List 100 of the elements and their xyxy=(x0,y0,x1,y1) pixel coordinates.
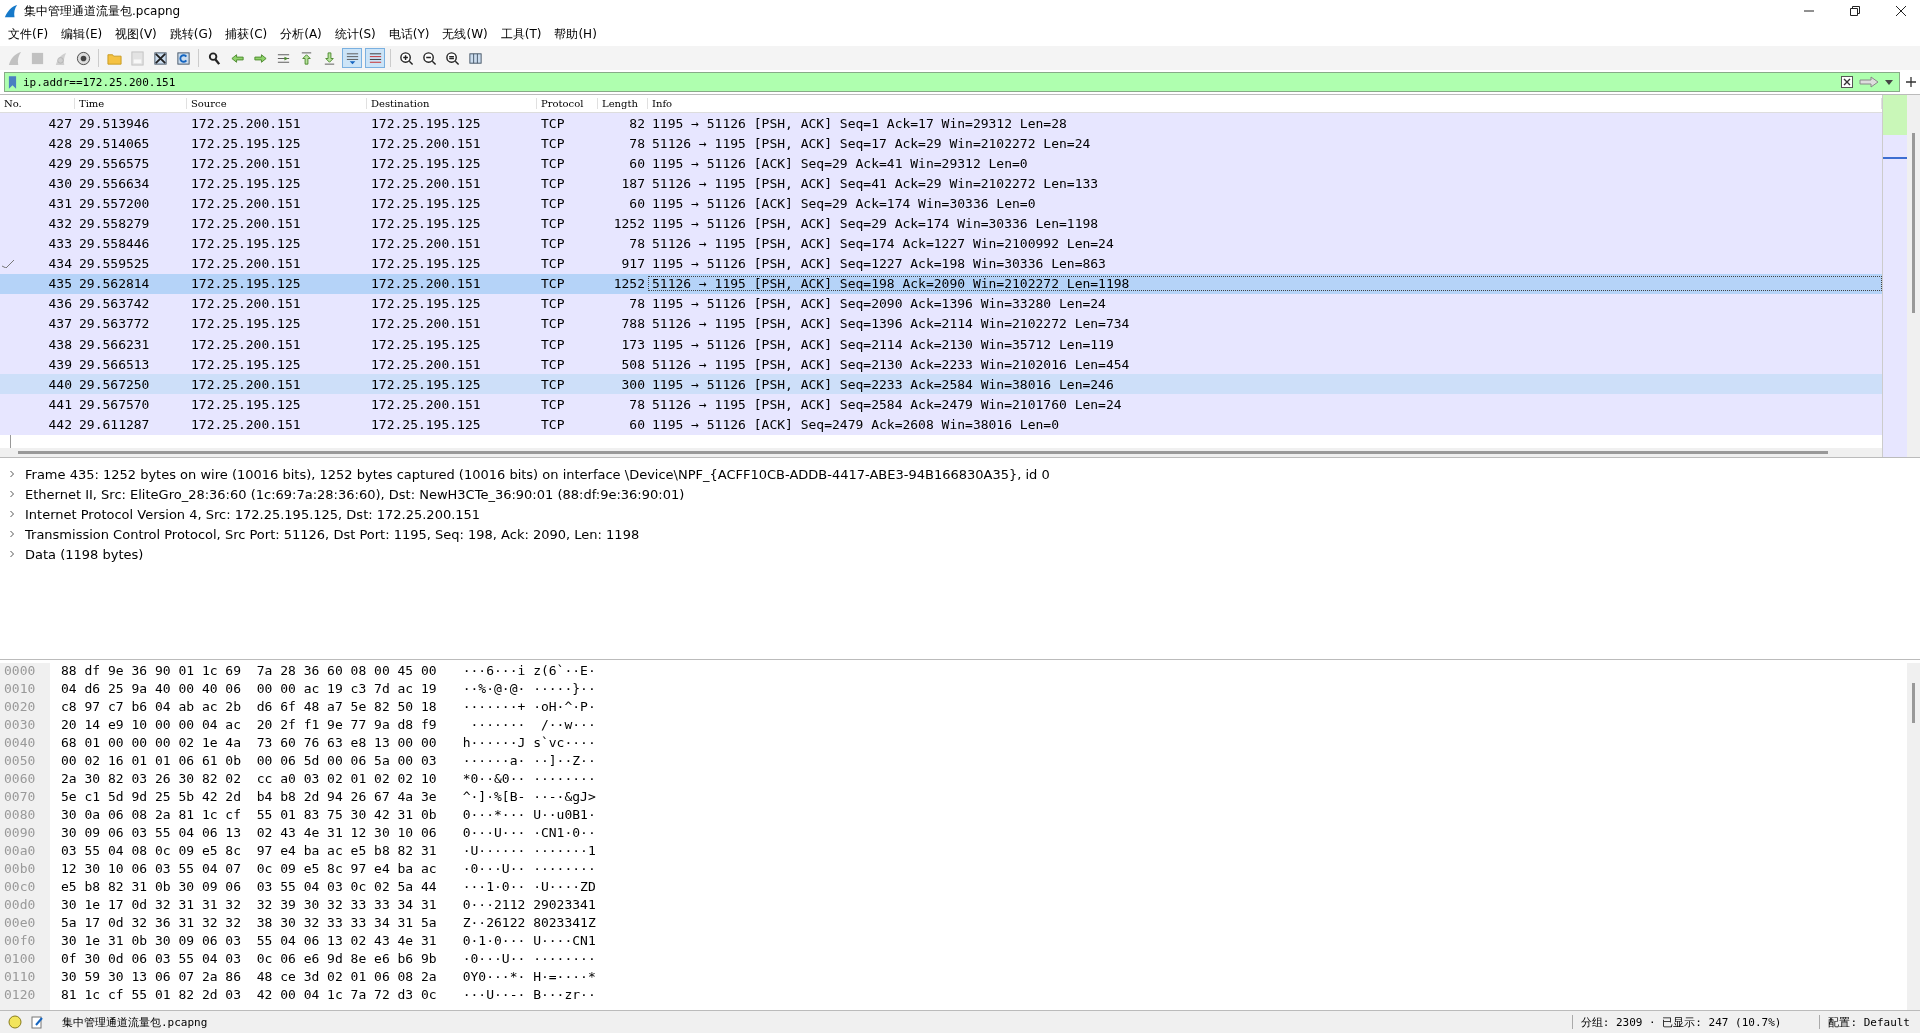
table-cell-text: 1195 → 51126 [PSH, ACK] Seq=2114 Ack=2130 Win=35712 Len=119 xyxy=(651,336,1115,352)
byte-offset: 0070 xyxy=(4,789,37,806)
bookmark-icon[interactable] xyxy=(8,75,17,89)
packet-row[interactable]: 440 29.567250 172.25.200.151 172.25.195.125 TCP 300 1195 → 51126 [PSH, ACK] Seq=2233 Ack=2584 Win=38016 Len=246 xyxy=(0,374,1882,395)
packet-row[interactable]: 438 29.566231 172.25.200.151 172.25.195.125 TCP 173 1195 → 51126 [PSH, ACK] Seq=2114 Ack=2130 Win=35712 Len=119 xyxy=(0,334,1882,355)
packet-row[interactable]: 439 29.566513 172.25.195.125 172.25.200.151 TCP 508 51126 → 1195 [PSH, ACK] Seq=2130 Ack=2233 Win=2102016 Len=454 xyxy=(0,354,1882,375)
tree-item[interactable]: Transmission Control Protocol, Src Port: 51126, Dst Port: 1195, Seq: 198, Ack: 2090, Len: 1198 xyxy=(25,526,640,542)
menu-item[interactable]: 统计(S) xyxy=(328,25,383,43)
column-header[interactable]: Length xyxy=(598,98,648,109)
menu-item[interactable]: 电话(Y) xyxy=(382,25,437,43)
packet-row[interactable]: 431 29.557200 172.25.200.151 172.25.195.125 TCP 60 1195 → 51126 [ACK] Seq=29 Ack=174 Win=30336 Len=0 xyxy=(0,193,1882,214)
ascii-bytes: ·U······ ·······1 xyxy=(462,843,596,860)
packet-row[interactable]: 434 29.559525 172.25.200.151 172.25.195.125 TCP 917 1195 → 51126 [PSH, ACK] Seq=1227 Ack=198 Win=30336 Len=863 xyxy=(0,253,1882,274)
tree-item[interactable]: Ethernet II, Src: EliteGro_28:36:60 (1c:69:7a:28:36:60), Dst: NewH3CTe_36:90:01 (88:df:9e:36:90:01) xyxy=(25,486,685,502)
hex-bytes: 5a 17 0d 32 36 31 32 32 38 30 32 33 33 34 31 5a xyxy=(61,915,437,932)
table-cell-text: 788 xyxy=(620,316,646,332)
menu-item[interactable]: 捕获(C) xyxy=(219,25,275,43)
table-cell-text: TCP xyxy=(540,296,566,312)
menu-item[interactable]: 视图(V) xyxy=(109,25,164,43)
table-cell-text: 51126 → 1195 [PSH, ACK] Seq=174 Ack=1227 Win=2100992 Len=24 xyxy=(651,236,1115,252)
packet-row[interactable]: 436 29.563742 172.25.200.151 172.25.195.125 TCP 78 1195 → 51126 [PSH, ACK] Seq=2090 Ack=1396 Win=33280 Len=24 xyxy=(0,293,1882,314)
menu-item[interactable]: 编辑(E) xyxy=(55,25,110,43)
table-cell-text: 434 xyxy=(47,256,73,272)
byte-offset: 0080 xyxy=(4,807,37,824)
tree-item[interactable]: Data (1198 bytes) xyxy=(25,546,144,562)
packet-row[interactable]: 437 29.563772 172.25.195.125 172.25.200.151 TCP 788 51126 → 1195 [PSH, ACK] Seq=1396 Ack=2114 Win=2102272 Len=734 xyxy=(0,313,1882,335)
table-cell-text: 29.556634 xyxy=(78,175,151,191)
table-cell-text: 51126 → 1195 [PSH, ACK] Seq=2130 Ack=2233 Win=2102016 Len=454 xyxy=(651,356,1131,372)
table-cell-text: TCP xyxy=(540,276,566,292)
tree-item[interactable]: Internet Protocol Version 4, Src: 172.25.195.125, Dst: 172.25.200.151 xyxy=(25,506,481,522)
hex-bytes: 30 1e 17 0d 32 31 31 32 32 39 30 32 33 33 34 31 xyxy=(61,897,437,914)
expand-icon[interactable] xyxy=(8,550,16,558)
dropdown-caret-icon[interactable] xyxy=(1885,79,1893,85)
clear-icon[interactable] xyxy=(1841,76,1853,88)
packet-row[interactable]: 442 29.611287 172.25.200.151 172.25.195.125 TCP 60 1195 → 51126 [ACK] Seq=2479 Ack=2608 Win=38016 Len=0 xyxy=(0,414,1882,435)
packet-row[interactable]: 429 29.556575 172.25.200.151 172.25.195.125 TCP 60 1195 → 51126 [ACK] Seq=29 Ack=41 Win=29312 Len=0 xyxy=(0,153,1882,174)
packet-minimap-scrollbar[interactable] xyxy=(1882,95,1907,457)
menu-item[interactable]: 跳转(G) xyxy=(163,25,220,43)
restore-icon[interactable] xyxy=(1850,6,1860,16)
vertical-scrollbar[interactable] xyxy=(1907,95,1920,457)
menu-item[interactable]: 帮助(H) xyxy=(548,25,604,43)
hex-bytes: 12 30 10 06 03 55 04 07 0c 09 e5 8c 97 e4 ba ac xyxy=(61,861,437,878)
close-icon[interactable] xyxy=(1896,6,1906,16)
table-cell-text: 432 xyxy=(47,216,73,231)
table-cell-text: TCP xyxy=(540,135,566,151)
table-cell-text: 172.25.200.151 xyxy=(370,356,482,372)
table-cell-text: 172.25.195.125 xyxy=(370,296,482,312)
packet-row[interactable]: 433 29.558446 172.25.195.125 172.25.200.151 TCP 78 51126 → 1195 [PSH, ACK] Seq=174 Ack=1227 Win=2100992 Len=24 xyxy=(0,233,1882,254)
add-icon[interactable] xyxy=(1906,77,1916,87)
table-cell-text: 172.25.195.125 xyxy=(370,256,482,272)
table-cell-text: 1195 → 51126 [PSH, ACK] Seq=1 Ack=17 Win=29312 Len=28 xyxy=(651,115,1068,131)
autoscroll-icon[interactable] xyxy=(342,48,362,68)
table-cell-text: 1195 → 51126 [PSH, ACK] Seq=2090 Ack=1396 Win=33280 Len=24 xyxy=(651,296,1107,312)
display-filter-field[interactable]: ip.addr==172.25.200.151 xyxy=(4,72,1900,92)
colorize-icon[interactable] xyxy=(365,48,385,68)
table-cell-text: 29.563772 xyxy=(78,316,151,332)
table-cell-text: 439 xyxy=(47,356,73,372)
vertical-scrollbar[interactable] xyxy=(1907,663,1920,1010)
ascii-bytes: ·0···U·· ········ xyxy=(462,861,596,878)
hex-bytes: 2a 30 82 03 26 30 82 02 cc a0 03 02 01 02 02 10 xyxy=(61,771,437,788)
menu-item[interactable]: 工具(T) xyxy=(494,25,549,43)
status-circle-icon[interactable] xyxy=(8,1015,22,1029)
hex-bytes: 88 df 9e 36 90 01 1c 69 7a 28 36 60 08 00 45 00 xyxy=(61,663,437,680)
tree-item[interactable]: Frame 435: 1252 bytes on wire (10016 bits), 1252 bytes captured (10016 bits) on interface \Device\NPF_{ACFF10CB-ADDB-4417-ABE3-94B166830A35}, id 0 xyxy=(25,466,1050,482)
table-cell-text: 172.25.195.125 xyxy=(190,356,302,372)
table-cell-text: 29.514065 xyxy=(78,135,151,151)
menu-item[interactable]: 分析(A) xyxy=(274,25,329,43)
packet-row[interactable]: 441 29.567570 172.25.195.125 172.25.200.151 TCP 78 51126 → 1195 [PSH, ACK] Seq=2584 Ack=2479 Win=2101760 Len=24 xyxy=(0,394,1882,415)
column-header[interactable]: No. xyxy=(0,98,75,109)
ascii-bytes: ·0···U·· ········ xyxy=(462,951,596,968)
column-header[interactable]: Destination xyxy=(367,98,537,109)
packet-row[interactable]: 432 29.558279 172.25.200.151 172.25.195.125 TCP 1252 1195 → 51126 [PSH, ACK] Seq=29 Ack=174 Win=30336 Len=1198 xyxy=(0,213,1882,234)
packet-row[interactable]: 427 29.513946 172.25.200.151 172.25.195.125 TCP 82 1195 → 51126 [PSH, ACK] Seq=1 Ack=17 Win=29312 Len=28 xyxy=(0,113,1882,134)
packet-counts: 分组: 2309 · 已显示: 247 (10.7%) xyxy=(1580,1014,1783,1030)
table-cell-text: 172.25.200.151 xyxy=(370,316,482,332)
expand-icon[interactable] xyxy=(8,510,16,518)
packet-row[interactable]: 430 29.556634 172.25.195.125 172.25.200.151 TCP 187 51126 → 1195 [PSH, ACK] Seq=41 Ack=29 Win=2102272 Len=133 xyxy=(0,173,1882,194)
apply-arrow-icon[interactable] xyxy=(1859,76,1879,88)
profile-label[interactable]: 配置: Default xyxy=(1828,1014,1920,1030)
column-header[interactable]: Protocol xyxy=(537,98,598,109)
byte-offset: 00f0 xyxy=(4,933,37,950)
packet-row[interactable]: 435 29.562814 172.25.195.125 172.25.200.151 TCP 1252 51126 → 1195 [PSH, ACK] Seq=198 Ack=2090 Win=2102272 Len=1198 xyxy=(0,273,1882,294)
horizontal-scrollbar[interactable] xyxy=(0,448,1882,457)
expand-icon[interactable] xyxy=(8,530,16,538)
expand-icon[interactable] xyxy=(8,470,16,478)
table-cell-text: 438 xyxy=(47,336,73,352)
table-cell-text: 172.25.195.125 xyxy=(190,135,302,151)
table-cell-text: 1195 → 51126 [PSH, ACK] Seq=29 Ack=174 Win=30336 Len=1198 xyxy=(651,216,1100,231)
hex-bytes: 30 09 06 03 55 04 06 13 02 43 4e 31 12 30 10 06 xyxy=(61,825,437,842)
table-cell-text: 29.567570 xyxy=(78,396,151,412)
table-cell-text: 440 xyxy=(47,376,73,392)
menu-item[interactable]: 无线(W) xyxy=(436,25,495,43)
column-header[interactable]: Time xyxy=(75,98,187,109)
table-cell-text: 431 xyxy=(47,195,73,211)
menu-item[interactable]: 文件(F) xyxy=(2,25,56,43)
pencil-icon[interactable] xyxy=(30,1015,44,1029)
expand-icon[interactable] xyxy=(8,490,16,498)
table-cell-text: 172.25.200.151 xyxy=(190,155,302,171)
packet-row[interactable]: 428 29.514065 172.25.195.125 172.25.200.151 TCP 78 51126 → 1195 [PSH, ACK] Seq=17 Ack=29 Win=2102272 Len=24 xyxy=(0,133,1882,154)
column-header[interactable]: Source xyxy=(187,98,367,109)
